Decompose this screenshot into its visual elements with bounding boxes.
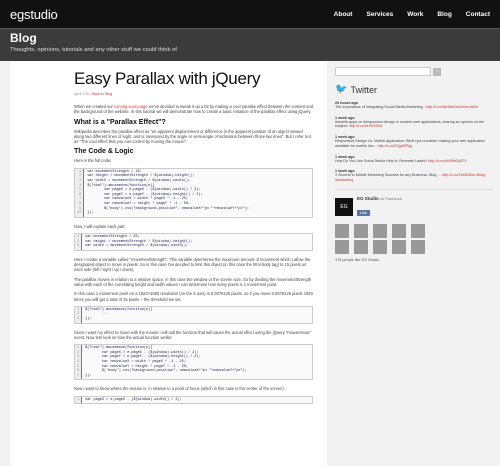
tweet-item: 1 week ago #mobile-apps vs #responsive-de… [335, 116, 494, 129]
intro-text-a: When we created our [74, 104, 115, 109]
facebook-fan-avatar[interactable] [354, 223, 368, 238]
line-numbers: 1 2 3 4 5 6 7 [75, 345, 83, 380]
main-nav: About Services Work Blog Contact [334, 11, 490, 18]
code-text: var movementStrength = 25; var height = … [87, 169, 249, 216]
post-content: Easy Parallax with jQuery April 17th | B… [10, 61, 327, 466]
tweet-link[interactable]: http://t.co/O3gdlFPgy [378, 144, 413, 148]
facebook-fan-avatar[interactable] [335, 239, 349, 254]
avatar [354, 223, 368, 238]
arrow-right-icon: › [436, 68, 438, 75]
tweet-text: 3 Secrets to Mobile Marketing Success fo… [335, 173, 486, 182]
code-block-vars[interactable]: 1 2 3 var movementStrength = 25; var heig… [74, 233, 313, 251]
avatar [373, 239, 387, 254]
what-is-text: Wikipedia describes the parallax effect … [74, 128, 312, 145]
search-submit-button[interactable]: › [433, 67, 441, 76]
relative-text: The parallax moves in relation to a rela… [74, 276, 312, 287]
tweet-text: The Importance of Integrating Social Med… [335, 105, 479, 109]
eg-studio-logo-icon[interactable]: EG [335, 198, 353, 217]
tweet-link[interactable]: http://t.co/Xbk8X8xn #blog #marketing [335, 173, 485, 182]
avatar [335, 223, 349, 238]
avatar [335, 239, 349, 254]
facebook-fan-avatar[interactable] [392, 223, 406, 238]
facebook-fan-avatar[interactable] [354, 239, 368, 254]
avatar [392, 223, 406, 238]
sidebar: › 🐦 Twitter 23 hours ago The Importance o… [327, 61, 500, 466]
twitter-widget-header: 🐦 Twitter [335, 84, 494, 95]
facebook-fan-avatar[interactable] [411, 239, 425, 254]
facebook-fan-avatar[interactable] [411, 223, 425, 238]
twitter-title: Twitter [350, 84, 377, 95]
site-logo[interactable]: egstudio [10, 7, 58, 22]
nav-services[interactable]: Services [366, 11, 393, 18]
search-box: › [335, 67, 494, 76]
post-meta: April 17th | Back to Blog [74, 92, 113, 96]
page-banner: Blog Thoughts, opinions, tutorials and a… [0, 28, 500, 61]
line-numbers: 1 2 3 4 5 6 7 8 9 10 [75, 168, 85, 217]
avatar [373, 223, 387, 238]
tweet-link[interactable]: http://t.co/cWIMbZq5T4 [428, 159, 466, 163]
avatar [411, 239, 425, 254]
post-intro: When we created our coming soon page we'… [74, 104, 313, 115]
code-text: $("html").mousemove(function(e){ ... }); [85, 307, 153, 322]
tweet-text: #mobile-apps vs #responsive-design in mo… [335, 119, 485, 129]
nav-work[interactable]: Work [407, 11, 423, 18]
code-text: $("html").mousemove(function(e){ var pag… [85, 346, 247, 378]
code-text: var movementStrength = 25; var height = … [85, 235, 193, 249]
avatar [411, 223, 425, 238]
tweet-item: 1 week ago 3 Secrets to Mobile Marketing … [335, 169, 494, 182]
post-title: Easy Parallax with jQuery [74, 69, 261, 88]
banner-subtitle: Thoughts, opinions, tutorials and any ot… [10, 47, 177, 53]
facebook-page-title: EG Studio [357, 195, 379, 201]
tweet-item: 1 week ago How Do You Use Social Media He… [335, 155, 494, 164]
line-numbers: 1 [75, 396, 83, 404]
code-block-full[interactable]: 1 2 3 4 5 6 7 8 9 10 var movementStrength… [74, 167, 313, 218]
code-text: var pageX = e.pageX - ($(window).width()… [85, 397, 182, 402]
nav-contact[interactable]: Contact [466, 11, 490, 18]
facebook-like-button[interactable]: Like [357, 209, 370, 216]
back-to-blog-link[interactable]: Back to Blog [92, 92, 112, 96]
heading-what-is-parallax: What is a "Parallax Effect"? [74, 118, 166, 126]
facebook-on-label: on Facebook [380, 196, 402, 201]
content-wrapper: Easy Parallax with jQuery April 17th | B… [0, 61, 500, 466]
nav-blog[interactable]: Blog [437, 11, 451, 18]
facebook-widget: EG EG Studio on Facebook Like 178 people… [335, 188, 494, 262]
code-block-pagex[interactable]: 1 var pageX = e.pageX - ($(window).width(… [74, 395, 313, 405]
example-text: In this case 1 movement point on a 1920×… [74, 291, 313, 302]
tweet-text: How Do You Use Social Media Help to Gene… [335, 158, 467, 163]
strength-text: Here I create a variable called "movemen… [74, 256, 311, 273]
line-numbers: 1 2 3 [75, 234, 83, 250]
coming-soon-link[interactable]: coming soon page [114, 104, 147, 109]
top-navigation-bar: egstudio About Services Work Blog Contac… [0, 0, 500, 28]
facebook-fan-avatar[interactable] [392, 239, 406, 254]
code-block-function[interactable]: 1 2 3 4 5 6 7 $("html").mousemove(functio… [74, 344, 313, 381]
facebook-faces-grid [335, 223, 494, 254]
avatar [354, 239, 368, 254]
tweet-link[interactable]: http://t.co/MrbBaGbuNmm #b2b [426, 105, 478, 109]
facebook-fan-avatar[interactable] [335, 223, 349, 238]
line-numbers: 1 2 3 [75, 306, 83, 323]
heading-code-logic: The Code & Logic [74, 148, 134, 156]
facebook-fan-avatar[interactable] [373, 239, 387, 254]
now-text: Now I want to know where the mouse is, i… [74, 386, 285, 392]
search-input[interactable] [335, 67, 431, 76]
facebook-fan-avatar[interactable] [373, 223, 387, 238]
avatar [392, 239, 406, 254]
code-intro: Here is the full code: [74, 158, 112, 164]
facebook-page-name[interactable]: EG Studio on Facebook [357, 196, 402, 201]
tweet-list: 23 hours ago The Importance of Integratin… [335, 101, 494, 183]
nav-about[interactable]: About [334, 11, 353, 18]
banner-title: Blog [10, 31, 37, 45]
tweet-text: Responsive Design Vs. Mobile Application… [335, 139, 486, 148]
twitter-bird-icon: 🐦 [335, 84, 348, 95]
post-date: April 17th [74, 92, 90, 96]
code-block-mousemove[interactable]: 1 2 3 $("html").mousemove(function(e){ ..… [74, 305, 313, 324]
explain-text: Now, I will explain each part: [74, 223, 126, 229]
since-text: Since I want my effect to move with the … [74, 329, 312, 340]
tweet-link[interactable]: http://t.co/dL9K9I9rA [349, 124, 383, 128]
tweet-item: 1 week ago Responsive Design Vs. Mobile A… [335, 135, 494, 148]
facebook-page-row: EG EG Studio on Facebook Like [335, 196, 494, 219]
tweet-item: 23 hours ago The Importance of Integratin… [335, 101, 494, 110]
facebook-like-count: 178 people like EG Studio. [335, 257, 380, 262]
